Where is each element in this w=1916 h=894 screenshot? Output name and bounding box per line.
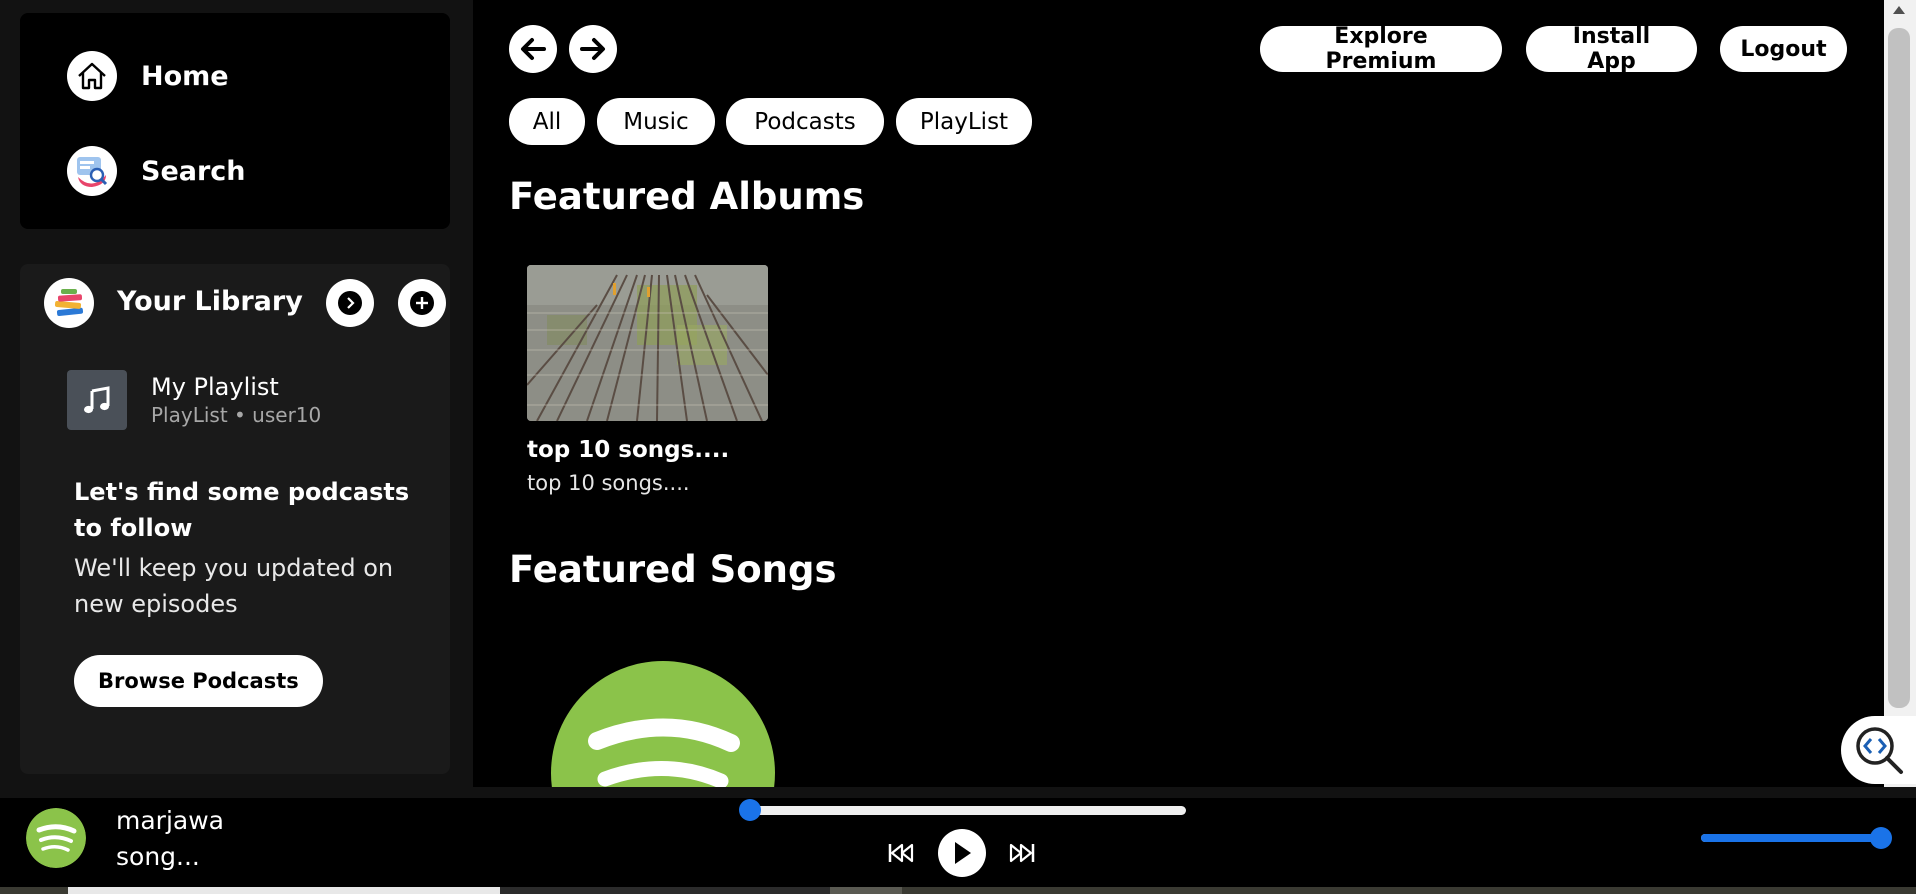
- arrow-left-icon: [521, 38, 546, 60]
- playlist-item[interactable]: My Playlist PlayList • user10: [67, 369, 427, 431]
- filter-all[interactable]: All: [509, 98, 585, 145]
- sidebar-item-label: Search: [141, 155, 246, 187]
- library-add-button[interactable]: [398, 279, 446, 327]
- back-button[interactable]: [509, 25, 557, 73]
- album-title: top 10 songs....: [527, 437, 730, 463]
- code-magnifier-icon: [1856, 727, 1903, 774]
- next-button[interactable]: [1007, 838, 1037, 868]
- chevron-right-icon: [338, 291, 362, 315]
- podcast-prompt-title: Let's find some podcasts to follow: [74, 478, 410, 542]
- filter-playlist[interactable]: PlayList: [896, 98, 1032, 145]
- explore-premium-button[interactable]: Explore Premium: [1260, 24, 1502, 74]
- library-expand-button[interactable]: [326, 279, 374, 327]
- podcast-prompt-card: Let's find some podcasts to follow We'll…: [74, 474, 434, 622]
- sidebar: Home Search Your Library My Playlist Pla…: [0, 0, 473, 798]
- play-button[interactable]: [938, 829, 986, 877]
- skip-back-icon: [888, 843, 914, 863]
- featured-songs-title: Featured Songs: [509, 548, 837, 591]
- search-icon: [67, 146, 117, 196]
- forward-button[interactable]: [569, 25, 617, 73]
- album-cover-image: [527, 265, 768, 421]
- plus-icon: [410, 291, 434, 315]
- music-note-icon: [67, 370, 127, 430]
- volume-fill: [1701, 834, 1881, 842]
- logout-button[interactable]: Logout: [1720, 26, 1847, 72]
- main-content: Explore Premium Install App Logout All M…: [473, 0, 1884, 787]
- progress-bar[interactable]: [748, 806, 1186, 815]
- featured-albums-title: Featured Albums: [509, 175, 865, 218]
- album-subtitle: top 10 songs....: [527, 471, 690, 495]
- filter-podcasts[interactable]: Podcasts: [726, 98, 884, 145]
- volume-slider[interactable]: [1701, 834, 1881, 842]
- library-icon: [44, 278, 94, 328]
- scroll-up-icon[interactable]: [1893, 6, 1905, 14]
- playlist-title: My Playlist: [151, 373, 279, 401]
- filter-music[interactable]: Music: [597, 98, 715, 145]
- album-card[interactable]: top 10 songs.... top 10 songs....: [527, 265, 769, 495]
- playlist-subtitle: PlayList • user10: [151, 403, 322, 427]
- zoom-widget[interactable]: [1841, 716, 1916, 784]
- podcast-prompt-text: We'll keep you updated on new episodes: [74, 554, 394, 618]
- now-playing-title: marjawa: [116, 806, 224, 835]
- library-panel: Your Library My Playlist PlayList • user…: [20, 264, 450, 774]
- skip-forward-icon: [1009, 843, 1035, 863]
- now-playing-image: [26, 808, 86, 868]
- sidebar-item-label: Home: [141, 60, 229, 92]
- spotify-logo: [551, 661, 775, 787]
- home-icon: [67, 51, 117, 101]
- arrow-right-icon: [580, 38, 605, 60]
- song-card[interactable]: [549, 659, 777, 787]
- sidebar-item-home[interactable]: Home: [67, 51, 229, 101]
- library-title: Your Library: [117, 286, 303, 317]
- volume-handle[interactable]: [1870, 827, 1892, 849]
- progress-handle[interactable]: [739, 799, 761, 821]
- scrollbar-thumb[interactable]: [1888, 28, 1910, 708]
- page-bottom-strip: [0, 887, 1916, 894]
- play-icon: [955, 842, 971, 864]
- library-header: Your Library: [44, 278, 446, 328]
- now-playing-subtitle: song...: [116, 842, 200, 871]
- sidebar-item-search[interactable]: Search: [67, 146, 246, 196]
- sidebar-nav: Home Search: [20, 13, 450, 229]
- now-playing-info: marjawa song...: [116, 803, 224, 875]
- previous-button[interactable]: [886, 838, 916, 868]
- install-app-button[interactable]: Install App: [1526, 24, 1697, 74]
- browse-podcasts-button[interactable]: Browse Podcasts: [74, 655, 323, 707]
